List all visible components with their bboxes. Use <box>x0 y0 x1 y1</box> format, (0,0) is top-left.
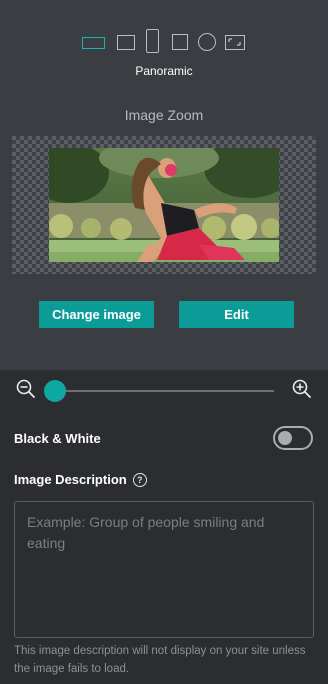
panoramic-shape-icon[interactable] <box>82 37 105 49</box>
change-image-button[interactable]: Change image <box>39 301 154 328</box>
circle-shape-icon[interactable] <box>198 33 216 51</box>
image-description-hint: This image description will not display … <box>14 645 306 675</box>
image-settings-panel: Panoramic Image Zoom Change image Edit <box>0 0 328 370</box>
preview-image[interactable] <box>49 148 279 262</box>
image-description-label: Image Description ? <box>14 472 147 487</box>
image-zoom-title: Image Zoom <box>124 107 204 123</box>
zoom-slider-row <box>0 378 328 406</box>
portrait-shape-icon[interactable] <box>146 29 159 53</box>
selected-shape-label: Panoramic <box>135 64 193 78</box>
crop-shape-selector <box>0 28 328 54</box>
zoom-in-icon[interactable] <box>291 378 313 405</box>
image-description-field[interactable] <box>14 501 314 638</box>
image-description-label-text: Image Description <box>14 472 127 487</box>
edit-button[interactable]: Edit <box>179 301 294 328</box>
black-white-label: Black & White <box>14 431 101 446</box>
landscape-shape-icon[interactable] <box>225 35 245 50</box>
square-shape-icon[interactable] <box>117 35 135 50</box>
toggle-knob <box>278 431 292 445</box>
zoom-slider-track[interactable] <box>46 390 274 392</box>
zoom-slider-thumb[interactable] <box>44 380 67 402</box>
small-square-shape-icon[interactable] <box>172 34 188 50</box>
black-white-toggle[interactable] <box>273 426 313 450</box>
zoom-out-icon[interactable] <box>15 378 37 405</box>
help-icon[interactable]: ? <box>132 472 147 487</box>
